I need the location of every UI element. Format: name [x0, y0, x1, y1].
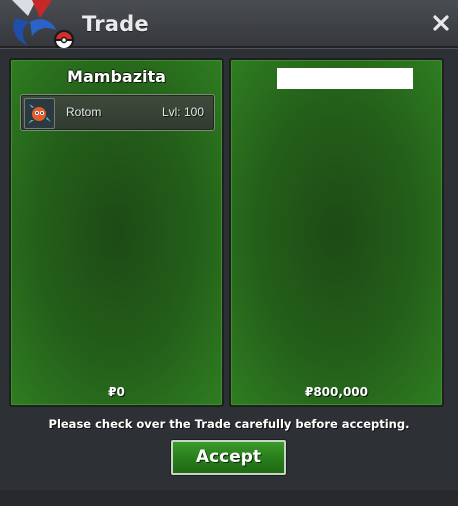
footer-strip	[0, 490, 458, 506]
pokeball-logo-icon	[12, 0, 75, 50]
rotom-sprite-icon	[24, 98, 55, 129]
window-title: Trade	[82, 12, 149, 36]
trade-notice: Please check over the Trade carefully be…	[48, 417, 410, 431]
pokemon-level: Lvl: 100	[161, 105, 204, 119]
money-offer-left: ₽0	[108, 385, 125, 399]
trade-window: Trade Mambazita Rotom Lvl: 100 ₽0 ₽800,0…	[0, 0, 458, 506]
my-offer-panel: Mambazita Rotom Lvl: 100 ₽0	[9, 58, 224, 407]
trainer-name-right-redacted	[277, 68, 413, 89]
pokemon-name: Rotom	[66, 105, 102, 119]
partner-offer-panel: ₽800,000	[229, 58, 444, 407]
close-icon[interactable]	[432, 14, 450, 32]
offered-pokemon-slot[interactable]: Rotom Lvl: 100	[20, 94, 215, 131]
title-bar: Trade	[0, 0, 458, 50]
trade-body: Mambazita Rotom Lvl: 100 ₽0 ₽800,000 Ple…	[0, 48, 458, 506]
trainer-name-left: Mambazita	[67, 67, 166, 86]
accept-button[interactable]: Accept	[171, 440, 286, 475]
money-offer-right: ₽800,000	[304, 385, 368, 399]
